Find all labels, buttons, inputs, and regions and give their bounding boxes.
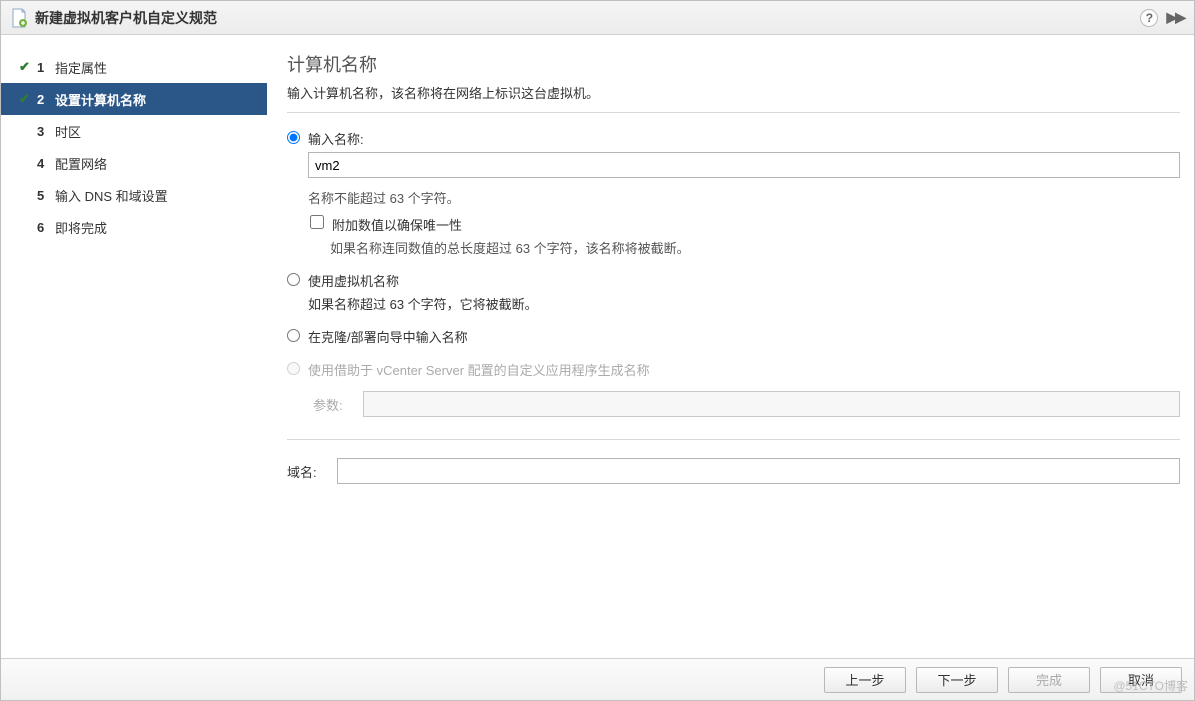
step-label: 时区 — [55, 122, 81, 141]
step-2-computer-name[interactable]: ✔ 2 设置计算机名称 — [1, 83, 267, 115]
step-label: 指定属性 — [55, 58, 107, 77]
option-enter-name: 输入名称: 名称不能超过 63 个字符。 附加数值以确保唯一性 如果名称连同数值… — [287, 129, 1180, 257]
append-numeric-label: 附加数值以确保唯一性 — [332, 215, 462, 234]
wizard-footer: 上一步 下一步 完成 取消 — [1, 658, 1194, 700]
step-6-ready[interactable]: ✔ 6 即将完成 — [1, 211, 267, 243]
option-use-vm-name: 使用虚拟机名称 如果名称超过 63 个字符，它将被截断。 — [287, 271, 1180, 313]
next-button[interactable]: 下一步 — [916, 667, 998, 693]
enter-name-label: 输入名称: — [308, 132, 364, 147]
domain-label: 域名: — [287, 462, 327, 481]
name-limit-note: 名称不能超过 63 个字符。 — [308, 188, 1180, 207]
step-4-network[interactable]: ✔ 4 配置网络 — [1, 147, 267, 179]
back-button[interactable]: 上一步 — [824, 667, 906, 693]
document-new-icon — [11, 8, 27, 28]
wizard-body: ✔ 1 指定属性 ✔ 2 设置计算机名称 ✔ 3 时区 ✔ 4 配置网络 ✔ 5 — [1, 35, 1194, 658]
cancel-button[interactable]: 取消 — [1100, 667, 1182, 693]
enter-in-wizard-label: 在克隆/部署向导中输入名称 — [308, 330, 468, 345]
domain-input[interactable] — [337, 458, 1180, 484]
vcenter-param-row: 参数: — [287, 391, 1180, 417]
use-vm-name-note: 如果名称超过 63 个字符，它将被截断。 — [308, 294, 1180, 313]
window-title: 新建虚拟机客户机自定义规范 — [35, 8, 217, 28]
titlebar: 新建虚拟机客户机自定义规范 ? ▶▶ — [1, 1, 1194, 35]
step-label: 设置计算机名称 — [55, 90, 146, 109]
param-input — [363, 391, 1180, 417]
step-3-timezone[interactable]: ✔ 3 时区 — [1, 115, 267, 147]
divider — [287, 112, 1180, 113]
divider — [287, 439, 1180, 440]
section-title: 计算机名称 — [287, 51, 1180, 77]
computer-name-input[interactable] — [308, 152, 1180, 178]
step-5-dns-domain[interactable]: ✔ 5 输入 DNS 和域设置 — [1, 179, 267, 211]
radio-vcenter-app — [287, 362, 300, 375]
append-numeric-note: 如果名称连同数值的总长度超过 63 个字符，该名称将被截断。 — [330, 238, 1180, 257]
step-label: 即将完成 — [55, 218, 107, 237]
titlebar-left: 新建虚拟机客户机自定义规范 — [11, 8, 217, 28]
help-icon[interactable]: ? — [1140, 9, 1158, 27]
radio-enter-name[interactable] — [287, 131, 300, 144]
collapse-arrows-icon[interactable]: ▶▶ — [1166, 9, 1184, 26]
option-vcenter-app: 使用借助于 vCenter Server 配置的自定义应用程序生成名称 — [287, 360, 1180, 379]
wizard-content: 计算机名称 输入计算机名称，该名称将在网络上标识这台虚拟机。 输入名称: 名称不… — [267, 35, 1194, 658]
titlebar-right: ? ▶▶ — [1140, 9, 1184, 27]
check-icon: ✔ — [19, 59, 37, 75]
append-numeric-row: 附加数值以确保唯一性 — [308, 215, 1180, 234]
step-label: 配置网络 — [55, 154, 107, 173]
vcenter-app-label: 使用借助于 vCenter Server 配置的自定义应用程序生成名称 — [308, 363, 650, 378]
step-label: 输入 DNS 和域设置 — [55, 186, 168, 205]
step-1-properties[interactable]: ✔ 1 指定属性 — [1, 51, 267, 83]
param-label: 参数: — [313, 395, 353, 414]
section-subtitle: 输入计算机名称，该名称将在网络上标识这台虚拟机。 — [287, 83, 1180, 102]
radio-enter-in-wizard[interactable] — [287, 329, 300, 342]
finish-button: 完成 — [1008, 667, 1090, 693]
domain-row: 域名: — [287, 458, 1180, 484]
radio-use-vm-name[interactable] — [287, 273, 300, 286]
wizard-window: 新建虚拟机客户机自定义规范 ? ▶▶ ✔ 1 指定属性 ✔ 2 设置计算机名称 … — [0, 0, 1195, 701]
use-vm-name-label: 使用虚拟机名称 — [308, 274, 399, 289]
option-enter-in-wizard: 在克隆/部署向导中输入名称 — [287, 327, 1180, 346]
append-numeric-checkbox[interactable] — [310, 215, 324, 229]
wizard-steps-sidebar: ✔ 1 指定属性 ✔ 2 设置计算机名称 ✔ 3 时区 ✔ 4 配置网络 ✔ 5 — [1, 35, 267, 658]
check-icon: ✔ — [19, 91, 37, 107]
